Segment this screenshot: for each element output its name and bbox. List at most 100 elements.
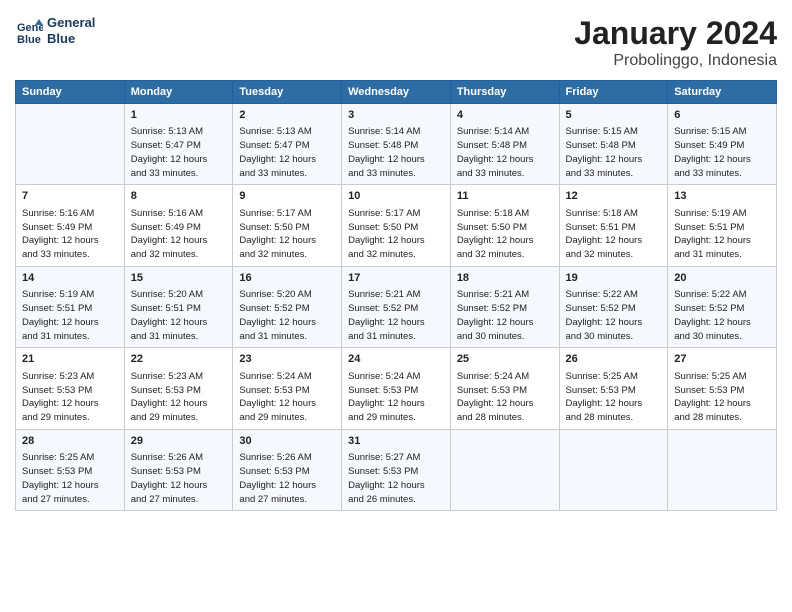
day-cell: 21Sunrise: 5:23 AM Sunset: 5:53 PM Dayli…	[16, 348, 125, 429]
day-cell	[668, 429, 777, 510]
day-cell: 16 Sunrise: 5:20 AM Sunset: 5:52 PM Dayli…	[233, 266, 342, 347]
day-info: Sunrise: 5:23 AM Sunset: 5:53 PM Dayligh…	[131, 370, 227, 425]
day-cell: 26 Sunrise: 5:25 AM Sunset: 5:53 PM Dayli…	[559, 348, 668, 429]
day-number: 3	[348, 108, 444, 123]
calendar-table: SundayMondayTuesdayWednesdayThursdayFrid…	[15, 80, 777, 511]
day-number: 16	[239, 271, 335, 286]
svg-text:Blue: Blue	[17, 34, 41, 45]
day-number: 15	[131, 271, 227, 286]
logo: General Blue General Blue	[15, 15, 95, 46]
day-cell: 24 Sunrise: 5:24 AM Sunset: 5:53 PM Dayli…	[342, 348, 451, 429]
day-cell: 25 Sunrise: 5:24 AM Sunset: 5:53 PM Dayli…	[450, 348, 559, 429]
day-number: 5	[566, 108, 662, 123]
day-cell: 28Sunrise: 5:25 AM Sunset: 5:53 PM Dayli…	[16, 429, 125, 510]
day-number: 12	[566, 189, 662, 204]
day-info: Sunrise: 5:25 AM Sunset: 5:53 PM Dayligh…	[22, 451, 118, 506]
day-info: Sunrise: 5:13 AM Sunset: 5:47 PM Dayligh…	[239, 125, 335, 180]
day-number: 8	[131, 189, 227, 204]
day-number: 7	[22, 189, 118, 204]
day-number: 11	[457, 189, 553, 204]
day-cell: 8 Sunrise: 5:16 AM Sunset: 5:49 PM Daylig…	[124, 185, 233, 266]
day-cell: 18 Sunrise: 5:21 AM Sunset: 5:52 PM Dayli…	[450, 266, 559, 347]
col-header-tuesday: Tuesday	[233, 81, 342, 104]
header: General Blue General Blue January 2024 P…	[15, 15, 777, 70]
day-number: 23	[239, 352, 335, 367]
col-header-wednesday: Wednesday	[342, 81, 451, 104]
day-cell: 15 Sunrise: 5:20 AM Sunset: 5:51 PM Dayli…	[124, 266, 233, 347]
day-cell: 7 Sunrise: 5:16 AM Sunset: 5:49 PM Daylig…	[16, 185, 125, 266]
week-row-5: 28Sunrise: 5:25 AM Sunset: 5:53 PM Dayli…	[16, 429, 777, 510]
day-cell: 4 Sunrise: 5:14 AM Sunset: 5:48 PM Daylig…	[450, 104, 559, 185]
main-container: General Blue General Blue January 2024 P…	[0, 0, 792, 521]
day-info: Sunrise: 5:15 AM Sunset: 5:48 PM Dayligh…	[566, 125, 662, 180]
day-cell: 9 Sunrise: 5:17 AM Sunset: 5:50 PM Daylig…	[233, 185, 342, 266]
day-info: Sunrise: 5:24 AM Sunset: 5:53 PM Dayligh…	[348, 370, 444, 425]
day-info: Sunrise: 5:23 AM Sunset: 5:53 PM Dayligh…	[22, 370, 118, 425]
day-number: 1	[131, 108, 227, 123]
header-row: SundayMondayTuesdayWednesdayThursdayFrid…	[16, 81, 777, 104]
day-number: 29	[131, 434, 227, 449]
day-cell: 20 Sunrise: 5:22 AM Sunset: 5:52 PM Dayli…	[668, 266, 777, 347]
day-number: 17	[348, 271, 444, 286]
day-info: Sunrise: 5:16 AM Sunset: 5:49 PM Dayligh…	[22, 207, 118, 262]
col-header-monday: Monday	[124, 81, 233, 104]
day-cell: 5 Sunrise: 5:15 AM Sunset: 5:48 PM Daylig…	[559, 104, 668, 185]
day-info: Sunrise: 5:24 AM Sunset: 5:53 PM Dayligh…	[239, 370, 335, 425]
col-header-thursday: Thursday	[450, 81, 559, 104]
day-number: 4	[457, 108, 553, 123]
day-cell	[559, 429, 668, 510]
day-number: 25	[457, 352, 553, 367]
day-number: 24	[348, 352, 444, 367]
day-info: Sunrise: 5:27 AM Sunset: 5:53 PM Dayligh…	[348, 451, 444, 506]
day-cell: 23 Sunrise: 5:24 AM Sunset: 5:53 PM Dayli…	[233, 348, 342, 429]
day-number: 18	[457, 271, 553, 286]
day-info: Sunrise: 5:14 AM Sunset: 5:48 PM Dayligh…	[457, 125, 553, 180]
col-header-friday: Friday	[559, 81, 668, 104]
day-info: Sunrise: 5:20 AM Sunset: 5:52 PM Dayligh…	[239, 288, 335, 343]
day-number: 9	[239, 189, 335, 204]
day-info: Sunrise: 5:16 AM Sunset: 5:49 PM Dayligh…	[131, 207, 227, 262]
subtitle: Probolinggo, Indonesia	[574, 52, 777, 70]
day-cell: 10 Sunrise: 5:17 AM Sunset: 5:50 PM Dayli…	[342, 185, 451, 266]
day-number: 20	[674, 271, 770, 286]
title-section: January 2024 Probolinggo, Indonesia	[574, 15, 777, 70]
day-number: 14	[22, 271, 118, 286]
day-number: 10	[348, 189, 444, 204]
day-info: Sunrise: 5:17 AM Sunset: 5:50 PM Dayligh…	[239, 207, 335, 262]
day-cell	[16, 104, 125, 185]
day-cell: 14Sunrise: 5:19 AM Sunset: 5:51 PM Dayli…	[16, 266, 125, 347]
day-info: Sunrise: 5:25 AM Sunset: 5:53 PM Dayligh…	[566, 370, 662, 425]
day-cell	[450, 429, 559, 510]
day-info: Sunrise: 5:18 AM Sunset: 5:51 PM Dayligh…	[566, 207, 662, 262]
day-cell: 12 Sunrise: 5:18 AM Sunset: 5:51 PM Dayli…	[559, 185, 668, 266]
day-info: Sunrise: 5:13 AM Sunset: 5:47 PM Dayligh…	[131, 125, 227, 180]
day-number: 26	[566, 352, 662, 367]
logo-icon: General Blue	[15, 17, 43, 45]
day-cell: 22Sunrise: 5:23 AM Sunset: 5:53 PM Dayli…	[124, 348, 233, 429]
day-info: Sunrise: 5:17 AM Sunset: 5:50 PM Dayligh…	[348, 207, 444, 262]
week-row-2: 7 Sunrise: 5:16 AM Sunset: 5:49 PM Daylig…	[16, 185, 777, 266]
main-title: January 2024	[574, 15, 777, 52]
day-number: 19	[566, 271, 662, 286]
day-info: Sunrise: 5:26 AM Sunset: 5:53 PM Dayligh…	[131, 451, 227, 506]
day-info: Sunrise: 5:15 AM Sunset: 5:49 PM Dayligh…	[674, 125, 770, 180]
day-number: 31	[348, 434, 444, 449]
day-number: 6	[674, 108, 770, 123]
day-info: Sunrise: 5:19 AM Sunset: 5:51 PM Dayligh…	[674, 207, 770, 262]
day-number: 30	[239, 434, 335, 449]
day-cell: 2Sunrise: 5:13 AM Sunset: 5:47 PM Daylig…	[233, 104, 342, 185]
col-header-saturday: Saturday	[668, 81, 777, 104]
day-cell: 11 Sunrise: 5:18 AM Sunset: 5:50 PM Dayli…	[450, 185, 559, 266]
day-info: Sunrise: 5:26 AM Sunset: 5:53 PM Dayligh…	[239, 451, 335, 506]
day-cell: 29 Sunrise: 5:26 AM Sunset: 5:53 PM Dayli…	[124, 429, 233, 510]
day-info: Sunrise: 5:20 AM Sunset: 5:51 PM Dayligh…	[131, 288, 227, 343]
day-info: Sunrise: 5:14 AM Sunset: 5:48 PM Dayligh…	[348, 125, 444, 180]
day-info: Sunrise: 5:22 AM Sunset: 5:52 PM Dayligh…	[674, 288, 770, 343]
day-info: Sunrise: 5:24 AM Sunset: 5:53 PM Dayligh…	[457, 370, 553, 425]
day-number: 27	[674, 352, 770, 367]
day-info: Sunrise: 5:21 AM Sunset: 5:52 PM Dayligh…	[457, 288, 553, 343]
day-info: Sunrise: 5:18 AM Sunset: 5:50 PM Dayligh…	[457, 207, 553, 262]
logo-text: General Blue	[47, 15, 95, 46]
week-row-1: 1 Sunrise: 5:13 AM Sunset: 5:47 PM Daylig…	[16, 104, 777, 185]
day-info: Sunrise: 5:21 AM Sunset: 5:52 PM Dayligh…	[348, 288, 444, 343]
